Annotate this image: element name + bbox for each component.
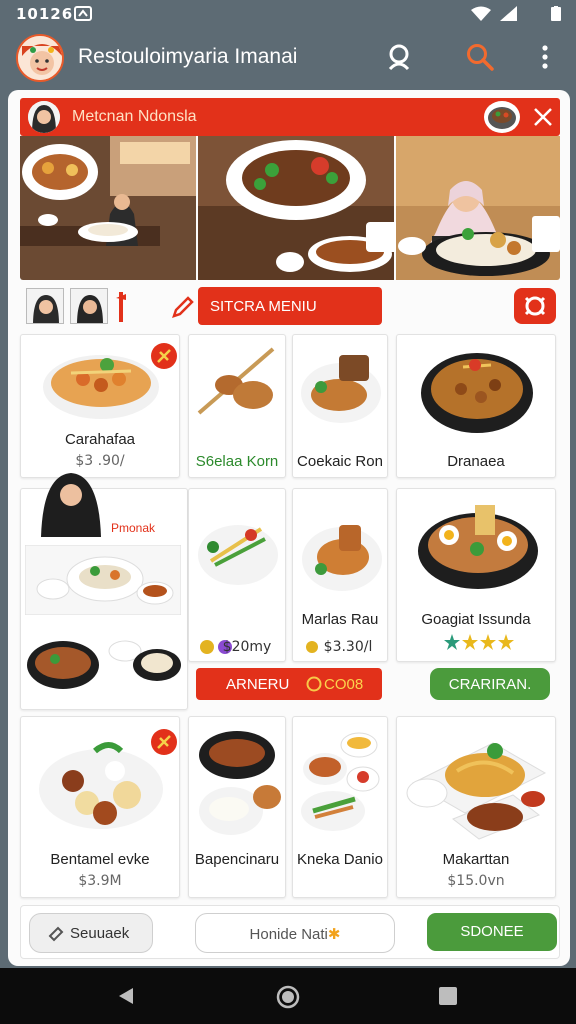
rice-dishes-icon: [199, 731, 281, 835]
banner-title: Metcnan Ndonsla: [72, 108, 197, 125]
promo-label: Pmonak: [111, 521, 156, 535]
signal-icon: [500, 6, 517, 21]
combo-plates-icon: [27, 640, 181, 689]
menu-item-name: Goagiat Issunda: [421, 611, 531, 628]
menu-item-card[interactable]: Kneka Danio: [292, 716, 388, 898]
banner-avatar: [28, 101, 60, 133]
satay-skewer-icon: [197, 347, 275, 415]
order-button-label: ARNERU: [226, 676, 290, 693]
caraman-button[interactable]: CRARIRAN.: [430, 668, 550, 700]
system-menu-button[interactable]: SITCRA MENIU: [198, 287, 382, 325]
coin-icon: [306, 676, 322, 692]
menu-item-price: $15.0vn: [447, 873, 505, 889]
menu-item-card[interactable]: Marlas Rau $3.30/l: [292, 488, 388, 662]
rice-bowl-set-icon: [418, 505, 538, 589]
fried-chicken-icon: [302, 525, 382, 591]
done-button[interactable]: SDONEE: [427, 913, 557, 951]
menu-item-name: Bapencinaru: [194, 851, 280, 868]
menu-item-card[interactable]: Carahafaa $3 .90/: [20, 334, 180, 478]
restaurant-photo-icon: [20, 136, 560, 280]
menu-item-name: Kneka Danio: [297, 851, 383, 868]
favorite-badge[interactable]: [151, 343, 177, 369]
menu-item-name: S6elaa Korn: [195, 453, 279, 470]
noodle-bowl-icon: [43, 355, 159, 419]
hero-image: [20, 136, 560, 280]
menu-item-card[interactable]: Bapencinaru: [188, 716, 286, 898]
banner-dish-icon: [484, 101, 520, 133]
app-title: Restouloimyaria Imanai: [78, 45, 298, 68]
menu-item-card[interactable]: Makarttan $15.0vn: [396, 716, 556, 898]
menu-item-card[interactable]: Bentamel evke $3.9M: [20, 716, 180, 898]
noodle-platter-icon: [406, 742, 547, 840]
account-icon[interactable]: [384, 42, 414, 72]
menu-item-card[interactable]: $20my: [188, 488, 286, 662]
side-dishes-icon: [301, 732, 380, 831]
app-bar: Restouloimyaria Imanai: [0, 28, 576, 90]
promo-card[interactable]: Pmonak: [20, 473, 188, 710]
notes-input[interactable]: Honide Nati✱: [195, 913, 395, 953]
favorite-badge[interactable]: [151, 729, 177, 755]
menu-item-card[interactable]: Coekaic Ron: [292, 334, 388, 478]
home-icon[interactable]: [276, 985, 300, 1009]
order-button[interactable]: ARNERU CO08: [196, 668, 382, 700]
menu-item-card[interactable]: Goagiat Issunda: [396, 488, 556, 662]
avatar-illustration-icon: [18, 36, 62, 80]
menu-card: Metcnan Ndonsla SITCRA MENIU Carahafaa $…: [8, 90, 570, 966]
tag-icon: [48, 926, 64, 942]
status-time: 10126: [16, 5, 74, 23]
recents-icon[interactable]: [438, 986, 458, 1006]
search-icon[interactable]: [465, 42, 495, 72]
star-icon: ✱: [327, 926, 341, 943]
filter-row: SITCRA MENIU: [20, 286, 560, 326]
menu-item-price: $3.30/l: [323, 639, 373, 655]
set-meal-icon: [25, 545, 181, 615]
woman-avatar-icon: [28, 101, 60, 133]
pencil-icon[interactable]: [170, 294, 196, 320]
chef-woman-icon: [41, 473, 101, 537]
refresh-icon: [524, 296, 546, 316]
caraman-button-label: CRARIRAN.: [448, 676, 532, 693]
done-button-label: SDONEE: [460, 923, 524, 940]
notification-icon: [74, 6, 92, 21]
menu-item-card[interactable]: S6elaa Korn: [188, 334, 286, 478]
system-nav-bar: [0, 968, 576, 1024]
close-icon[interactable]: [530, 104, 556, 130]
status-bar: 10126: [0, 0, 576, 28]
menu-item-name: Coekaic Ron: [297, 453, 383, 470]
avatar[interactable]: [16, 34, 64, 82]
menu-item-name: Marlas Rau: [301, 611, 379, 628]
more-vert-icon[interactable]: [530, 42, 560, 72]
system-menu-label: SITCRA MENIU: [210, 298, 317, 315]
divider-marker-icon: [116, 292, 126, 322]
menu-item-name: Dranaea: [447, 453, 505, 470]
menu-item-card[interactable]: Dranaea: [396, 334, 556, 478]
banner-bar: Metcnan Ndonsla: [20, 98, 560, 136]
curry-bowl-icon: [421, 353, 533, 433]
search-pill-button[interactable]: Seuuaek: [29, 913, 153, 953]
back-icon[interactable]: [116, 986, 136, 1006]
menu-item-name: Makarttan: [442, 851, 510, 868]
wifi-icon: [471, 6, 491, 21]
salad-plate-icon: [198, 525, 278, 585]
menu-item-name: Carahafaa: [64, 431, 136, 448]
refresh-button[interactable]: [514, 288, 556, 324]
order-badge: CO08: [324, 676, 364, 693]
menu-item-price: $20my: [222, 639, 272, 655]
leaf-icon: [157, 735, 171, 749]
menu-item-price: $3.9M: [78, 873, 122, 889]
staff-avatar-1[interactable]: [26, 288, 64, 324]
leaf-icon: [157, 349, 171, 363]
menu-item-name: Bentamel evke: [50, 851, 150, 868]
bottom-action-bar: Seuuaek Honide Nati✱ SDONEE: [20, 905, 560, 959]
rating-stars-icon: [444, 634, 514, 650]
battery-icon: [551, 6, 561, 21]
staff-avatar-2[interactable]: [70, 288, 108, 324]
search-pill-label: Seuuaek: [70, 925, 130, 942]
notes-input-label: Honide Nati: [249, 926, 328, 943]
platter-icon: [39, 742, 163, 829]
fried-fish-icon: [301, 355, 381, 423]
